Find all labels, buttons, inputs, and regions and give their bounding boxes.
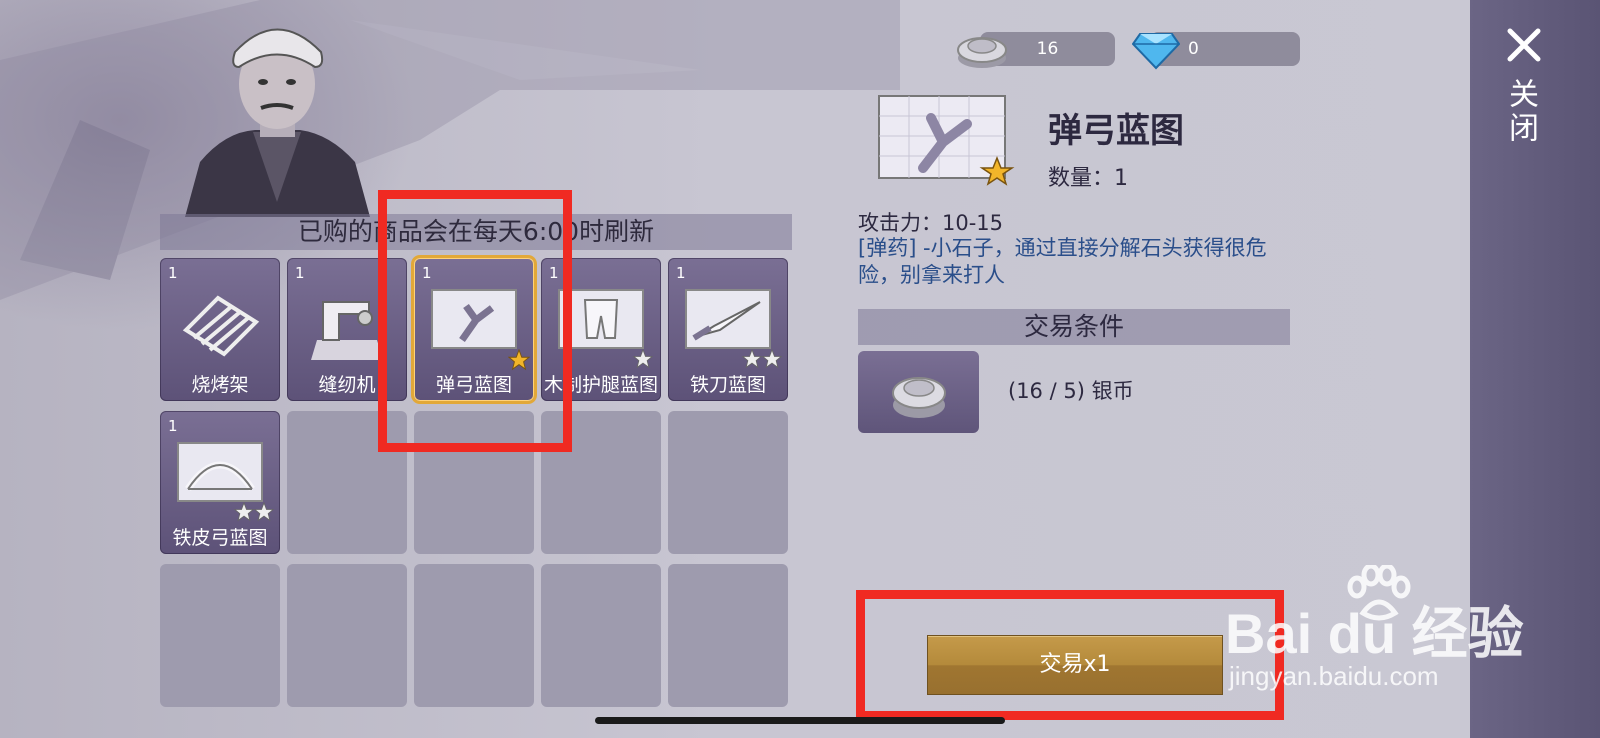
silver-coin-icon — [957, 37, 1007, 68]
trade-conditions-header: 交易条件 — [858, 309, 1290, 345]
highlight-box-item — [378, 190, 572, 452]
shop-item-iron-knife-blueprint[interactable]: 1 铁刀蓝图 — [668, 258, 788, 401]
empty-slot — [287, 564, 407, 707]
watermark-url: jingyan.baidu.com — [1229, 661, 1439, 691]
close-icon[interactable] — [1504, 25, 1544, 65]
trade-requirement: (16 / 5) 银币 — [1008, 379, 1134, 403]
empty-slot — [541, 564, 661, 707]
two-stars-icon — [741, 349, 783, 369]
required-item-slot — [858, 351, 979, 433]
star-icon — [633, 349, 653, 369]
watermark: Bai du 经验 jingyan.baidu.com — [1225, 565, 1525, 705]
slingshot-blueprint-large-icon — [878, 95, 1015, 186]
empty-slot — [414, 564, 534, 707]
diamond-count: 0 — [1188, 39, 1199, 59]
empty-slot — [160, 564, 280, 707]
item-name: 铁皮弓蓝图 — [172, 527, 268, 549]
item-name: 烧烤架 — [191, 374, 249, 396]
item-description: [弹药] -小石子，通过直接分解石头获得很危险，别拿来打人 — [858, 236, 1267, 287]
empty-slot — [668, 564, 788, 707]
shop-item-iron-bow-blueprint[interactable]: 1 铁皮弓蓝图 — [160, 411, 280, 554]
two-stars-icon — [233, 502, 275, 522]
close-label[interactable]: 关闭 — [1503, 78, 1542, 146]
npc-portrait — [185, 28, 370, 217]
shop-item-grill[interactable]: 1 烧烤架 — [160, 258, 280, 401]
highlight-box-trade — [856, 590, 1284, 720]
item-name: 铁刀蓝图 — [689, 374, 766, 396]
empty-slot — [668, 411, 788, 554]
diamond-icon — [1132, 33, 1180, 70]
item-title: 弹弓蓝图 — [1048, 111, 1184, 151]
grill-icon — [182, 295, 260, 357]
item-quantity-label: 数量：1 — [1048, 166, 1128, 191]
home-indicator — [595, 717, 1005, 724]
silver-coin-icon — [892, 377, 946, 418]
watermark-brand: Bai du 经验 — [1225, 602, 1524, 665]
item-attack-stat: 攻击力：10-15 — [858, 211, 1004, 235]
